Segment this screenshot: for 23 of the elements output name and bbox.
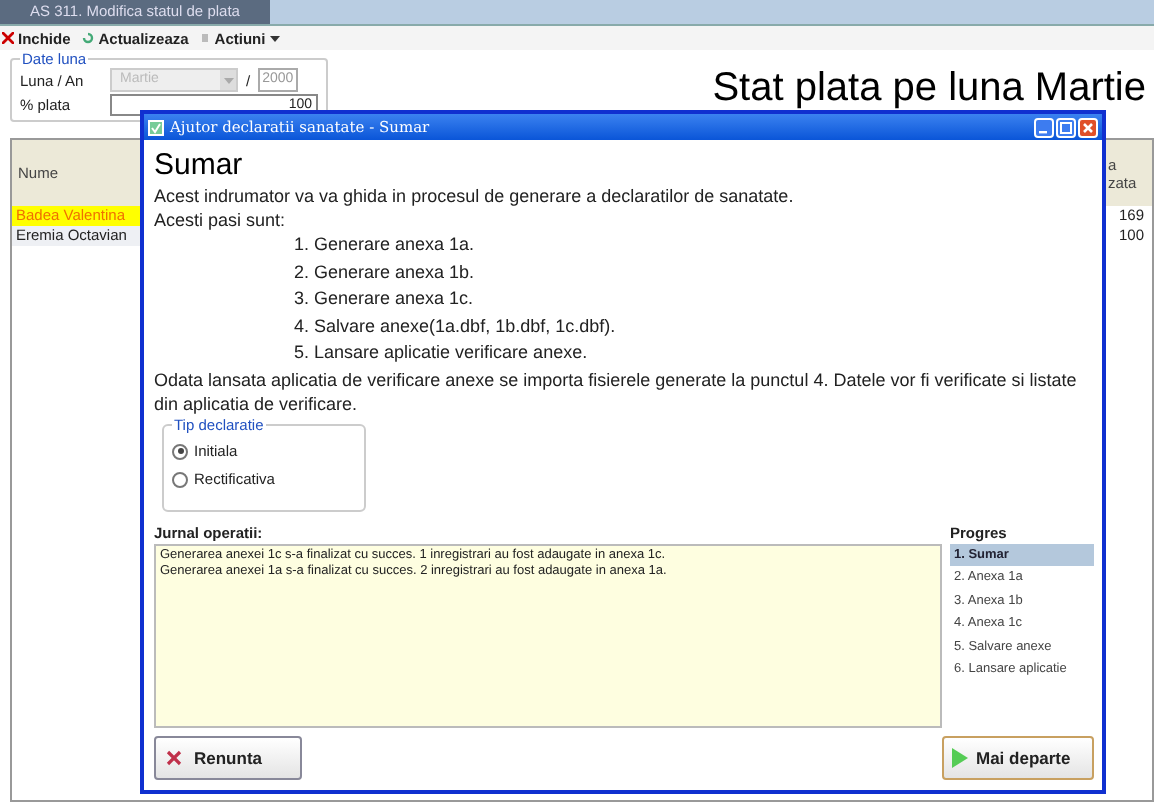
refresh-icon <box>82 32 95 44</box>
next-button[interactable]: Mai departe <box>942 735 1094 779</box>
app-icon <box>148 119 164 135</box>
note-text: Odata lansata aplicatia de verificare anexe se importa fisierele generate la punctul 4. Datele vor fi verificate si listate din aplicatia de verificare. <box>154 367 1079 415</box>
step-item: 3. Generare anexa 1c. <box>292 286 476 312</box>
close-icon <box>2 32 14 44</box>
intro-text: Acest indrumator va va ghida in procesul de generare a declaratilor de sanatate. <box>154 184 796 208</box>
step-item: 2. Generare anexa 1b. <box>292 259 477 285</box>
maximize-icon[interactable] <box>1056 117 1076 137</box>
minimize-icon[interactable] <box>1034 117 1054 137</box>
radio-button[interactable] <box>172 471 188 487</box>
intro-text: Acesti pasi sunt: <box>154 208 288 232</box>
step-heading: Sumar <box>154 148 245 184</box>
page-title: Stat plata pe luna Martie <box>712 66 1146 112</box>
step-item: 4. Salvare anexe(1a.dbf, 1b.dbf, 1c.dbf). <box>292 313 618 340</box>
close-icon[interactable] <box>1078 117 1098 137</box>
cancel-button[interactable]: Renunta <box>154 735 302 779</box>
play-icon <box>952 747 968 767</box>
cross-icon <box>166 749 182 765</box>
step-item: 1. Generare anexa 1a. <box>292 232 477 258</box>
step-item: 5. Lansare aplicatie verificare anexe. <box>292 340 590 366</box>
caret-icon <box>269 35 280 41</box>
radio-button[interactable] <box>172 443 188 459</box>
